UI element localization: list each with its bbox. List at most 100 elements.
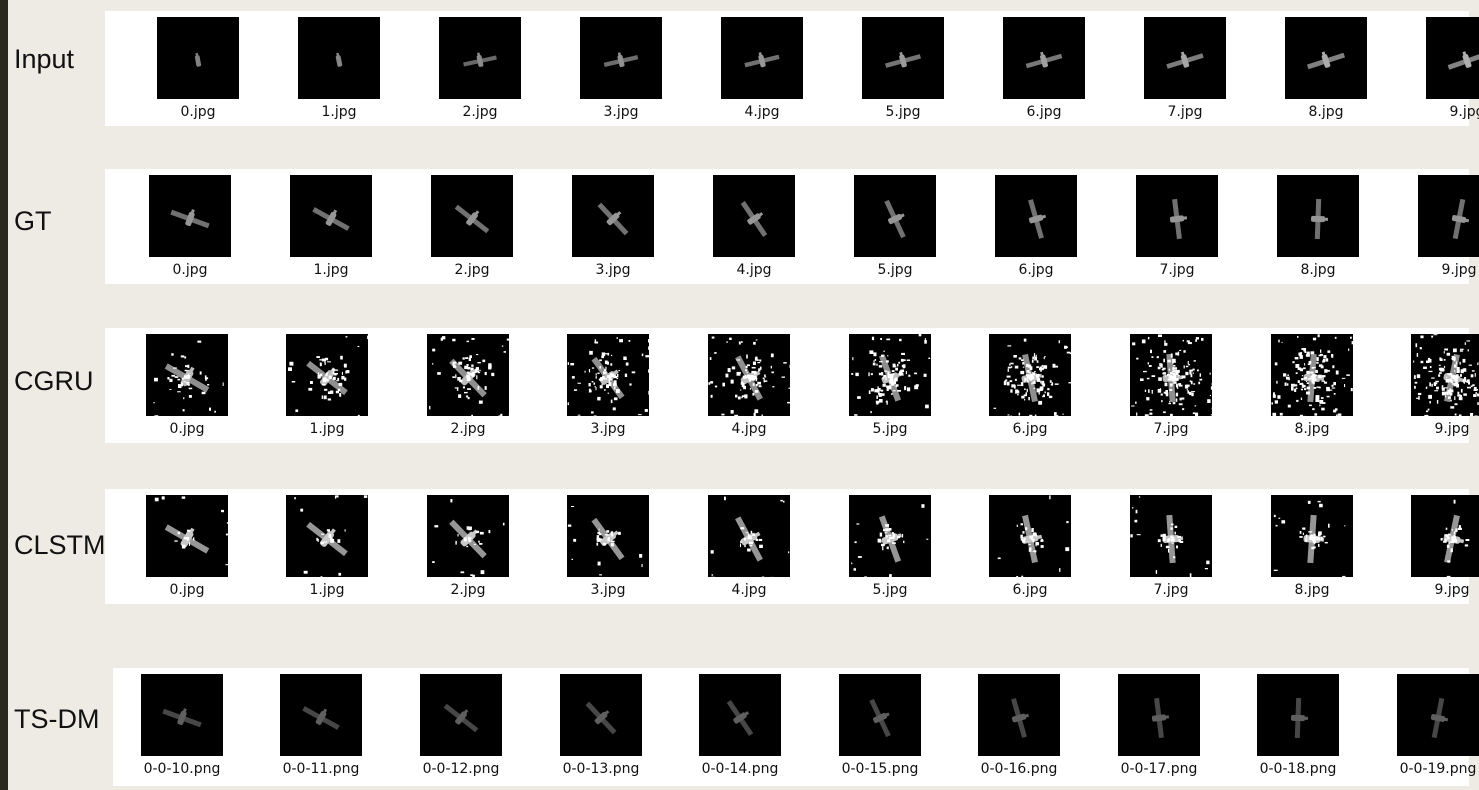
thumbnail-image[interactable] xyxy=(995,175,1077,257)
thumbnail-image[interactable] xyxy=(567,495,649,577)
thumbnail-item[interactable]: 1.jpg xyxy=(269,11,409,126)
thumbnail-item[interactable]: 0-0-12.png xyxy=(391,668,531,783)
thumbnail-item[interactable]: 0.jpg xyxy=(117,489,257,604)
thumbnail-image[interactable] xyxy=(420,674,502,756)
thumbnail-image[interactable] xyxy=(1397,674,1479,756)
thumbnail-item[interactable]: 2.jpg xyxy=(410,11,550,126)
thumbnail-image[interactable] xyxy=(862,17,944,99)
thumbnail-item[interactable]: 2.jpg xyxy=(398,489,538,604)
thumbnail-item[interactable]: 0-0-15.png xyxy=(810,668,950,783)
thumbnail-item[interactable]: 5.jpg xyxy=(820,489,960,604)
thumbnail-image[interactable] xyxy=(849,495,931,577)
thumbnail-item[interactable]: 4.jpg xyxy=(679,328,819,443)
thumbnail-item[interactable]: 8.jpg xyxy=(1242,328,1382,443)
thumbnail-item[interactable]: 3.jpg xyxy=(538,489,678,604)
thumbnail-image[interactable] xyxy=(1118,674,1200,756)
thumbnail-item[interactable]: 7.jpg xyxy=(1107,169,1247,284)
thumbnail-image[interactable] xyxy=(580,17,662,99)
thumbnail-item[interactable]: 3.jpg xyxy=(543,169,683,284)
thumbnail-image[interactable] xyxy=(1411,334,1479,416)
thumbnail-item[interactable]: 9.jpg xyxy=(1382,328,1479,443)
thumbnail-image[interactable] xyxy=(1257,674,1339,756)
thumbnail-item[interactable]: 0-0-10.png xyxy=(112,668,252,783)
thumbnail-image[interactable] xyxy=(1136,175,1218,257)
thumbnail-item[interactable]: 2.jpg xyxy=(402,169,542,284)
thumbnail-image[interactable] xyxy=(1285,17,1367,99)
thumbnail-image[interactable] xyxy=(567,334,649,416)
thumbnail-image[interactable] xyxy=(572,175,654,257)
thumbnail-image[interactable] xyxy=(854,175,936,257)
thumbnail-image[interactable] xyxy=(713,175,795,257)
thumbnail-image[interactable] xyxy=(1130,495,1212,577)
thumbnail-item[interactable]: 0-0-13.png xyxy=(531,668,671,783)
thumbnail-item[interactable]: 2.jpg xyxy=(398,328,538,443)
thumbnail-item[interactable]: 6.jpg xyxy=(966,169,1106,284)
thumbnail-item[interactable]: 4.jpg xyxy=(679,489,819,604)
thumbnail-image[interactable] xyxy=(1277,175,1359,257)
thumbnail-item[interactable]: 0.jpg xyxy=(120,169,260,284)
thumbnail-image[interactable] xyxy=(978,674,1060,756)
thumbnail-image[interactable] xyxy=(427,334,509,416)
thumbnail-image[interactable] xyxy=(989,334,1071,416)
thumbnail-item[interactable]: 0-0-18.png xyxy=(1228,668,1368,783)
thumbnail-image[interactable] xyxy=(146,334,228,416)
thumbnail-item[interactable]: 8.jpg xyxy=(1242,489,1382,604)
thumbnail-item[interactable]: 7.jpg xyxy=(1115,11,1255,126)
thumbnail-image[interactable] xyxy=(989,495,1071,577)
thumbnail-image[interactable] xyxy=(849,334,931,416)
thumbnail-image[interactable] xyxy=(427,495,509,577)
thumbnail-image[interactable] xyxy=(1003,17,1085,99)
thumbnail-item[interactable]: 7.jpg xyxy=(1101,328,1241,443)
thumbnail-item[interactable]: 0.jpg xyxy=(128,11,268,126)
thumbnail-image[interactable] xyxy=(1426,17,1479,99)
thumbnail-item[interactable]: 4.jpg xyxy=(692,11,832,126)
thumbnail-image[interactable] xyxy=(1144,17,1226,99)
thumbnail-item[interactable]: 5.jpg xyxy=(820,328,960,443)
thumbnail-image[interactable] xyxy=(1271,334,1353,416)
thumbnail-image[interactable] xyxy=(839,674,921,756)
thumbnail-item[interactable]: 3.jpg xyxy=(538,328,678,443)
thumbnail-image[interactable] xyxy=(280,674,362,756)
thumbnail-item[interactable]: 5.jpg xyxy=(833,11,973,126)
thumbnail-item[interactable]: 9.jpg xyxy=(1389,169,1479,284)
thumbnail-image[interactable] xyxy=(157,17,239,99)
thumbnail-image[interactable] xyxy=(149,175,231,257)
thumbnail-image[interactable] xyxy=(298,17,380,99)
thumbnail-image[interactable] xyxy=(1411,495,1479,577)
thumbnail-image[interactable] xyxy=(708,495,790,577)
thumbnail-item[interactable]: 1.jpg xyxy=(257,489,397,604)
thumbnail-item[interactable]: 8.jpg xyxy=(1256,11,1396,126)
thumbnail-image[interactable] xyxy=(560,674,642,756)
thumbnail-item[interactable]: 0-0-14.png xyxy=(670,668,810,783)
thumbnail-item[interactable]: 6.jpg xyxy=(974,11,1114,126)
thumbnail-item[interactable]: 8.jpg xyxy=(1248,169,1388,284)
thumbnail-item[interactable]: 0-0-19.png xyxy=(1368,668,1479,783)
thumbnail-image[interactable] xyxy=(290,175,372,257)
thumbnail-image[interactable] xyxy=(141,674,223,756)
thumbnail-item[interactable]: 6.jpg xyxy=(960,328,1100,443)
thumbnail-image[interactable] xyxy=(699,674,781,756)
thumbnail-image[interactable] xyxy=(1271,495,1353,577)
thumbnail-image[interactable] xyxy=(721,17,803,99)
thumbnail-item[interactable]: 3.jpg xyxy=(551,11,691,126)
thumbnail-image[interactable] xyxy=(439,17,521,99)
thumbnail-item[interactable]: 1.jpg xyxy=(257,328,397,443)
thumbnail-item[interactable]: 9.jpg xyxy=(1397,11,1479,126)
thumbnail-item[interactable]: 4.jpg xyxy=(684,169,824,284)
thumbnail-image[interactable] xyxy=(286,495,368,577)
thumbnail-item[interactable]: 0-0-16.png xyxy=(949,668,1089,783)
thumbnail-item[interactable]: 9.jpg xyxy=(1382,489,1479,604)
thumbnail-item[interactable]: 7.jpg xyxy=(1101,489,1241,604)
thumbnail-image[interactable] xyxy=(146,495,228,577)
thumbnail-image[interactable] xyxy=(708,334,790,416)
thumbnail-image[interactable] xyxy=(1418,175,1479,257)
thumbnail-item[interactable]: 0-0-11.png xyxy=(251,668,391,783)
thumbnail-item[interactable]: 1.jpg xyxy=(261,169,401,284)
thumbnail-item[interactable]: 0.jpg xyxy=(117,328,257,443)
thumbnail-item[interactable]: 0-0-17.png xyxy=(1089,668,1229,783)
thumbnail-image[interactable] xyxy=(1130,334,1212,416)
thumbnail-image[interactable] xyxy=(431,175,513,257)
thumbnail-image[interactable] xyxy=(286,334,368,416)
thumbnail-item[interactable]: 5.jpg xyxy=(825,169,965,284)
thumbnail-item[interactable]: 6.jpg xyxy=(960,489,1100,604)
